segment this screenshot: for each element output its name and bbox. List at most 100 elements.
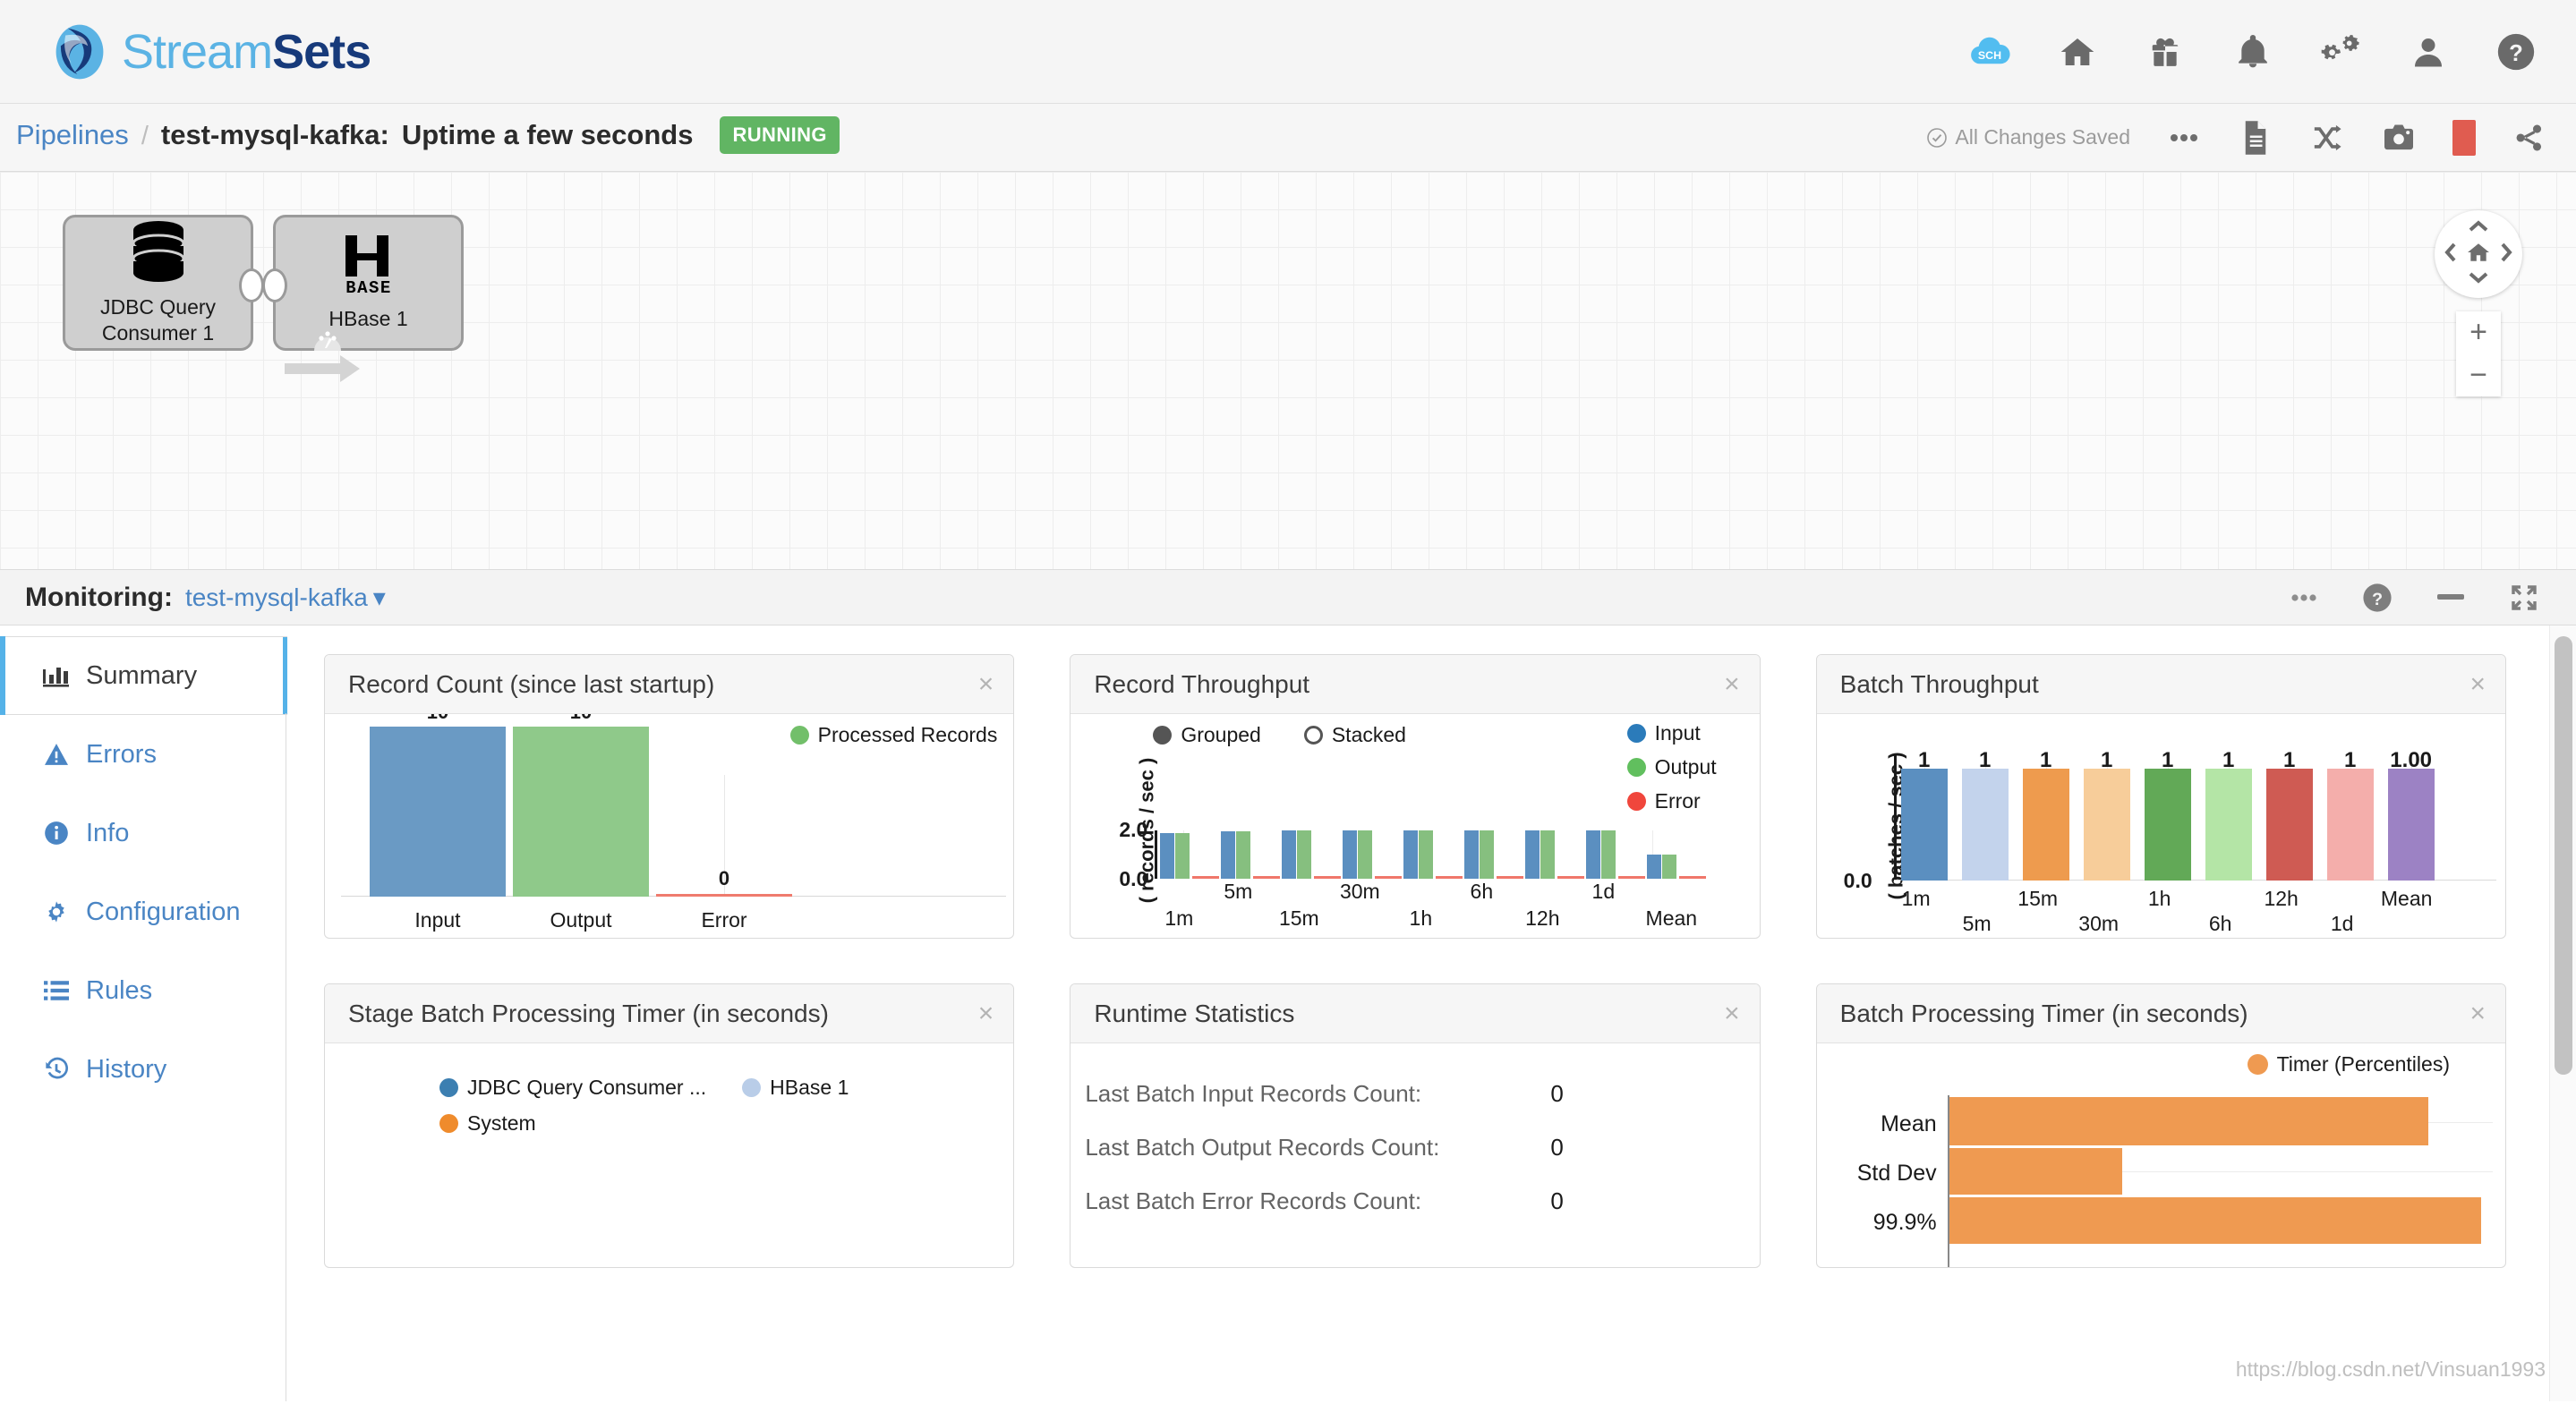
x-tick-label: 1d [1572,880,1634,904]
close-icon[interactable]: × [2469,671,2486,698]
x-tick-label: 30m [1328,880,1391,904]
streamsets-logo-icon [50,22,109,81]
sidebar-item-errors[interactable]: Errors [0,715,286,794]
warning-triangle-icon [41,743,72,766]
sch-cloud-icon[interactable]: SCH [1969,31,2010,72]
monitoring-pipeline-selector[interactable]: test-mysql-kafka▾ [185,583,386,612]
hbase-stage[interactable]: BASE HBase 1 [273,215,464,351]
sidebar-item-configuration[interactable]: Configuration [0,872,286,951]
close-icon[interactable]: × [2469,1000,2486,1027]
pan-right-icon[interactable] [2499,242,2513,268]
help-icon[interactable]: ? [2495,31,2537,72]
bar-5m[interactable] [1962,769,2009,881]
zoom-in-button[interactable]: + [2456,311,2501,354]
pan-up-icon[interactable] [2468,219,2489,238]
share-icon[interactable] [2512,120,2547,156]
toggle-stacked[interactable]: Stacked [1304,723,1406,747]
panel-record-count: Record Count (since last startup) × Proc… [324,654,1014,939]
legend-entry-system: System [439,1111,849,1136]
hbase-icon: BASE [337,234,401,299]
info-circle-icon [41,821,72,846]
panel-record-throughput: Record Throughput × Grouped Stacked [1070,654,1760,939]
panel-body: Grouped Stacked Input Output [1070,714,1759,938]
bar-value-label: 1 [2266,748,2313,773]
svg-text:?: ? [2509,41,2523,66]
jdbc-query-consumer-stage[interactable]: JDBC QueryConsumer 1 [63,215,253,351]
bar-1m[interactable] [1901,769,1948,881]
monitor-expand-icon[interactable] [2506,580,2542,616]
toggle-grouped[interactable]: Grouped [1153,723,1261,747]
legend-label: System [467,1111,536,1136]
bar-30m[interactable] [2084,769,2130,881]
monitoring-title-group: Monitoring: test-mysql-kafka▾ [25,583,386,613]
scrollbar-thumb[interactable] [2555,636,2572,1075]
bar-value-label: 1 [2327,748,2374,773]
user-icon[interactable] [2408,31,2449,72]
top-nav-icons: SCH ? [1969,31,2546,72]
monitor-help-icon[interactable]: ? [2359,580,2395,616]
bar-1d[interactable] [2327,769,2374,881]
bar-mean[interactable] [2388,769,2435,881]
snapshot-camera-icon[interactable] [2381,120,2417,156]
pan-home-icon[interactable] [2466,241,2491,268]
vertical-scrollbar[interactable] [2549,625,2576,1401]
panel-title: Batch Processing Timer (in seconds) [1840,1000,2248,1028]
close-icon[interactable]: × [1724,1000,1740,1027]
sidebar-item-summary[interactable]: Summary [0,636,287,715]
bar-error[interactable] [656,894,792,897]
gift-icon[interactable] [2145,31,2186,72]
statistic-row: Last Batch Input Records Count: 0 [1085,1067,1744,1120]
monitor-more-options-icon[interactable] [2286,580,2322,616]
bar-value-label: 1 [2145,748,2191,773]
sidebar-item-rules[interactable]: Rules [0,951,286,1030]
bar-std-dev[interactable] [1949,1148,2122,1195]
sidebar-item-history[interactable]: History [0,1030,286,1109]
shuffle-icon[interactable] [2309,120,2345,156]
breadcrumb-pipelines-link[interactable]: Pipelines [16,119,129,151]
output-port[interactable] [239,268,264,302]
pan-down-icon[interactable] [2468,270,2489,289]
legend-color-dot [742,1078,761,1097]
panel-header: Runtime Statistics × [1070,984,1759,1043]
stop-pipeline-button[interactable] [2452,120,2476,156]
bar-1h[interactable] [2145,769,2191,881]
pipeline-canvas[interactable]: JDBC QueryConsumer 1 BASE HBase 1 [0,172,2576,570]
zoom-out-button[interactable]: − [2456,354,2501,397]
close-icon[interactable]: × [978,1000,994,1027]
x-tick-label: 1h [1389,906,1452,931]
x-tick-label: 15m [1267,906,1330,931]
bar-999-percentile[interactable] [1949,1197,2482,1244]
y-tick-label: 2.0 [1119,818,1147,842]
bell-icon[interactable] [2232,31,2273,72]
close-icon[interactable]: × [1724,671,1740,698]
bar-15m[interactable] [2023,769,2069,881]
x-tick-label: 12h [1511,906,1574,931]
panel-body: Last Batch Input Records Count: 0 Last B… [1070,1043,1759,1267]
x-tick-label: 5m [1949,912,2005,936]
sidebar-item-info[interactable]: Info [0,794,286,872]
stage-connector[interactable] [285,353,362,384]
brand-stream-text: Stream [122,25,272,79]
brand-logo[interactable]: StreamSets [50,22,371,81]
bar-output[interactable] [513,727,649,897]
legend-color-dot [439,1114,458,1133]
brand-sets-text: Sets [272,25,371,79]
input-port[interactable] [262,268,287,302]
bar-input[interactable] [370,727,506,897]
canvas-pan-widget[interactable] [2435,210,2522,298]
panel-title: Record Count (since last startup) [348,670,714,699]
bar-12h[interactable] [2266,769,2313,881]
y-tick-label: Mean [1831,1111,1937,1137]
batch-processing-timer-plot: Mean Std Dev 99.9% [1831,1095,2496,1267]
home-icon[interactable] [2057,31,2098,72]
brand-name: StreamSets [122,24,371,80]
preview-document-icon[interactable] [2238,120,2273,156]
pan-left-icon[interactable] [2444,242,2458,268]
close-icon[interactable]: × [978,671,994,698]
bar-mean[interactable] [1949,1097,2428,1145]
gears-icon[interactable] [2320,31,2361,72]
bar-6h[interactable] [2205,769,2252,881]
more-options-icon[interactable] [2166,120,2202,156]
legend-label: Error [1655,789,1701,813]
monitor-minimize-icon[interactable] [2433,580,2469,616]
